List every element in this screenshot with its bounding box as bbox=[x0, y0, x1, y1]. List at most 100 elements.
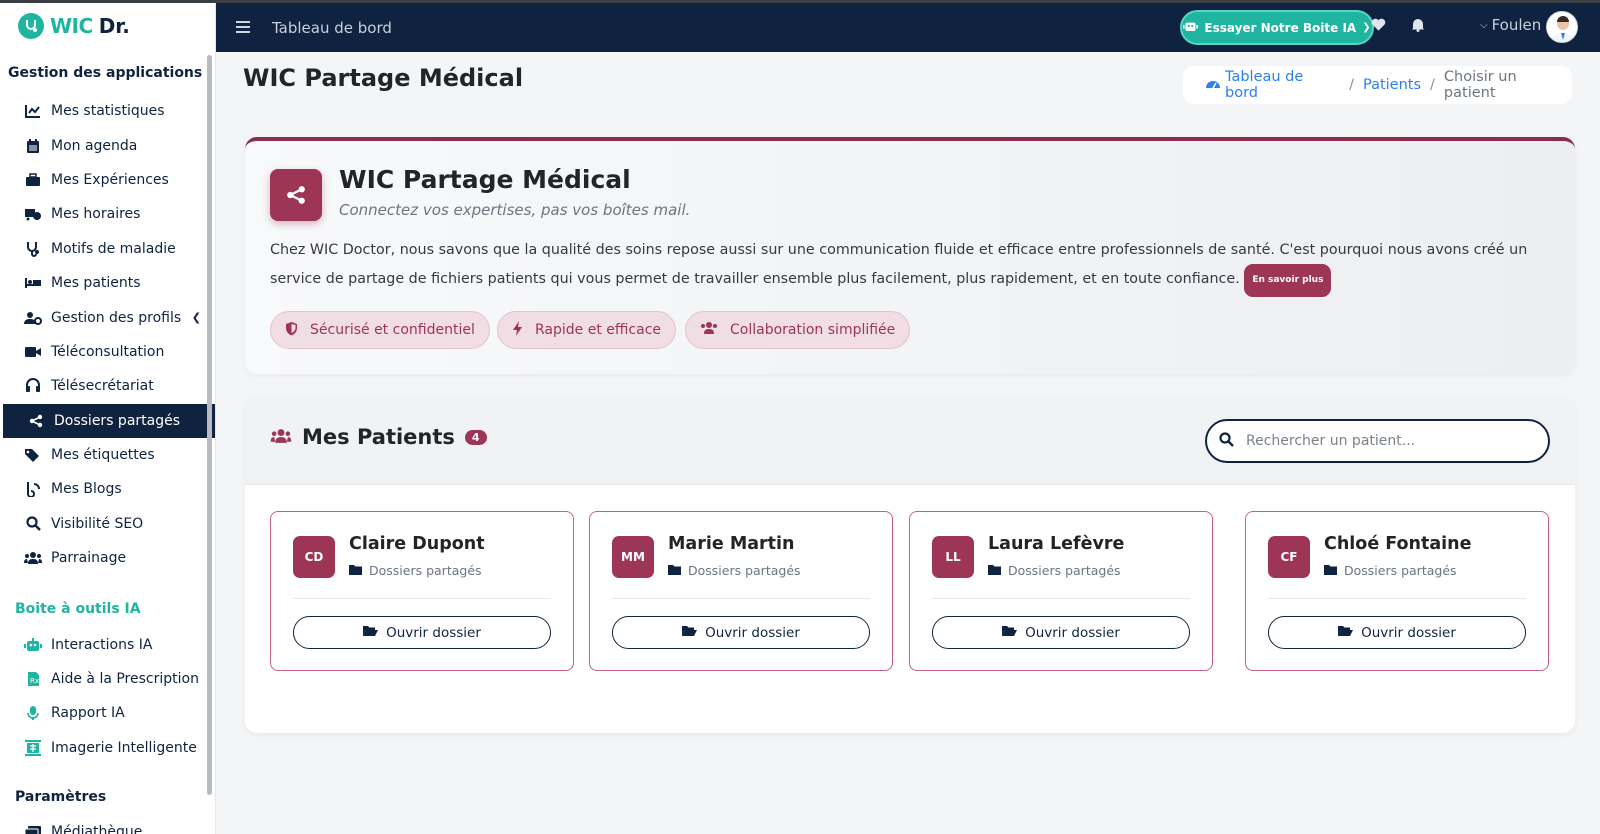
sidebar-item-label: Aide à la Prescription bbox=[51, 671, 199, 688]
sidebar-item-aide-prescription[interactable]: Rx Aide à la Prescription bbox=[0, 662, 215, 696]
sidebar-item-seo[interactable]: Visibilité SEO bbox=[0, 507, 215, 541]
page-title: WIC Partage Médical bbox=[243, 64, 524, 92]
search-icon bbox=[24, 515, 42, 533]
patient-name: Marie Martin bbox=[668, 534, 795, 554]
sidebar-item-mediatheque[interactable]: Médiathèque bbox=[0, 815, 215, 834]
calendar-icon bbox=[24, 137, 42, 155]
patient-initials: CF bbox=[1268, 536, 1310, 578]
truck-clock-icon bbox=[24, 205, 42, 223]
learn-more-badge[interactable]: En savoir plus bbox=[1244, 264, 1332, 297]
try-ai-button[interactable]: Essayer Notre Boite IA ❯ bbox=[1180, 10, 1374, 45]
sidebar-item-dossiers-partages[interactable]: Dossiers partagés bbox=[3, 403, 215, 438]
hamburger-menu-icon[interactable] bbox=[236, 18, 250, 37]
sidebar-item-teleconsultation[interactable]: Téléconsultation bbox=[0, 335, 215, 369]
patient-folder-label: Dossiers partagés bbox=[349, 563, 482, 578]
chart-line-icon bbox=[24, 102, 42, 120]
patient-card: CD Claire Dupont Dossiers partagés Ouvri… bbox=[270, 511, 574, 671]
sidebar-item-statistiques[interactable]: Mes statistiques bbox=[0, 94, 215, 128]
breadcrumb-patients[interactable]: Patients bbox=[1363, 77, 1421, 93]
sidebar-item-telesecretariat[interactable]: Télésecrétariat bbox=[0, 369, 215, 403]
sidebar-item-experiences[interactable]: Mes Expériences bbox=[0, 163, 215, 197]
sidebar-item-etiquettes[interactable]: Mes étiquettes bbox=[0, 438, 215, 472]
bolt-icon bbox=[512, 320, 523, 340]
feature-pill-fast: Rapide et efficace bbox=[497, 311, 677, 349]
sidebar-item-label: Dossiers partagés bbox=[54, 412, 181, 429]
sidebar-item-blogs[interactable]: Mes Blogs bbox=[0, 472, 215, 506]
sidebar-item-imagerie[interactable]: Imagerie Intelligente bbox=[0, 731, 215, 765]
sidebar-item-gestion-profils[interactable]: Gestion des profils ❮ bbox=[0, 300, 215, 334]
robot-icon bbox=[24, 636, 42, 654]
users-icon bbox=[24, 549, 42, 567]
sidebar-item-horaires[interactable]: Mes horaires bbox=[0, 197, 215, 231]
open-folder-label: Ouvrir dossier bbox=[1025, 624, 1120, 641]
sidebar-scrollbar[interactable] bbox=[207, 55, 212, 795]
patient-name: Laura Lefèvre bbox=[988, 534, 1125, 554]
sidebar-item-motifs[interactable]: Motifs de maladie bbox=[0, 232, 215, 266]
search-icon bbox=[1219, 431, 1234, 451]
share-icon bbox=[27, 412, 45, 430]
sidebar-item-label: Motifs de maladie bbox=[51, 240, 176, 257]
window-top-edge bbox=[0, 0, 1600, 3]
sidebar: WIC Dr. Gestion des applications Mes sta… bbox=[0, 0, 216, 834]
feature-label: Rapide et efficace bbox=[535, 322, 662, 338]
folder-label-text: Dossiers partagés bbox=[369, 563, 482, 578]
sidebar-item-parrainage[interactable]: Parrainage bbox=[0, 541, 215, 575]
users-icon bbox=[700, 321, 718, 339]
patient-search[interactable] bbox=[1205, 419, 1550, 463]
patient-folder-label: Dossiers partagés bbox=[1324, 563, 1457, 578]
folder-label-text: Dossiers partagés bbox=[688, 563, 801, 578]
sidebar-item-label: Mes étiquettes bbox=[51, 447, 155, 464]
breadcrumb-current: Choisir un patient bbox=[1443, 69, 1517, 101]
sidebar-item-label: Mes patients bbox=[51, 275, 141, 292]
patient-name: Claire Dupont bbox=[349, 534, 485, 554]
sidebar-item-label: Médiathèque bbox=[51, 824, 143, 834]
patient-search-input[interactable] bbox=[1246, 433, 1526, 449]
divider bbox=[932, 598, 1190, 599]
sidebar-item-agenda[interactable]: Mon agenda bbox=[0, 128, 215, 162]
feature-pill-secure: Sécurisé et confidentiel bbox=[270, 311, 490, 349]
sidebar-section-ai: Boite à outils IA bbox=[15, 601, 141, 618]
folder-open-icon bbox=[1338, 625, 1354, 641]
sidebar-item-label: Télésecrétariat bbox=[51, 378, 154, 395]
app-logo[interactable]: WIC Dr. bbox=[0, 0, 215, 52]
patient-card: CF Chloé Fontaine Dossiers partagés Ouvr… bbox=[1245, 511, 1549, 671]
sidebar-item-patients[interactable]: Mes patients bbox=[0, 266, 215, 300]
folder-icon bbox=[668, 563, 681, 578]
patient-initials: LL bbox=[932, 536, 974, 578]
patient-card: MM Marie Martin Dossiers partagés Ouvrir… bbox=[589, 511, 893, 671]
chevron-right-icon: ❯ bbox=[1362, 22, 1371, 33]
video-icon bbox=[24, 343, 42, 361]
chevron-left-icon[interactable]: ❮ bbox=[192, 311, 201, 324]
bed-icon bbox=[24, 274, 42, 292]
open-folder-label: Ouvrir dossier bbox=[1361, 624, 1456, 641]
feature-pill-collab: Collaboration simplifiée bbox=[685, 311, 911, 349]
avatar[interactable] bbox=[1546, 11, 1578, 43]
headset-icon bbox=[24, 377, 42, 395]
folder-open-icon bbox=[682, 625, 698, 641]
open-folder-label: Ouvrir dossier bbox=[705, 624, 800, 641]
breadcrumb: Tableau de bord / Patients / Choisir un … bbox=[1183, 66, 1572, 104]
patient-initials: MM bbox=[612, 536, 654, 578]
patient-card: LL Laura Lefèvre Dossiers partagés Ouvri… bbox=[909, 511, 1213, 671]
open-folder-button[interactable]: Ouvrir dossier bbox=[293, 616, 551, 649]
prescription-icon: Rx bbox=[24, 670, 42, 688]
patient-folder-label: Dossiers partagés bbox=[988, 563, 1121, 578]
sidebar-item-rapport-ia[interactable]: Rapport IA bbox=[0, 696, 215, 730]
chevron-down-icon: ⌵ bbox=[1480, 19, 1488, 31]
user-menu[interactable]: ⌵ Foulen bbox=[1480, 16, 1541, 34]
open-folder-button[interactable]: Ouvrir dossier bbox=[1268, 616, 1526, 649]
bell-icon[interactable] bbox=[1411, 17, 1425, 36]
folder-open-icon bbox=[363, 625, 379, 641]
intro-title: WIC Partage Médical bbox=[339, 165, 631, 194]
sidebar-section-apps: Gestion des applications bbox=[8, 65, 203, 81]
open-folder-button[interactable]: Ouvrir dossier bbox=[612, 616, 870, 649]
open-folder-button[interactable]: Ouvrir dossier bbox=[932, 616, 1190, 649]
sidebar-item-interactions-ia[interactable]: Interactions IA bbox=[0, 627, 215, 661]
breadcrumb-dashboard[interactable]: Tableau de bord bbox=[1225, 69, 1340, 101]
patient-initials: CD bbox=[293, 536, 335, 578]
intro-card: WIC Partage Médical Connectez vos expert… bbox=[245, 137, 1575, 374]
heart-icon[interactable] bbox=[1371, 17, 1386, 36]
folder-label-text: Dossiers partagés bbox=[1008, 563, 1121, 578]
folder-open-icon bbox=[1002, 625, 1018, 641]
photo-film-icon bbox=[24, 823, 42, 834]
